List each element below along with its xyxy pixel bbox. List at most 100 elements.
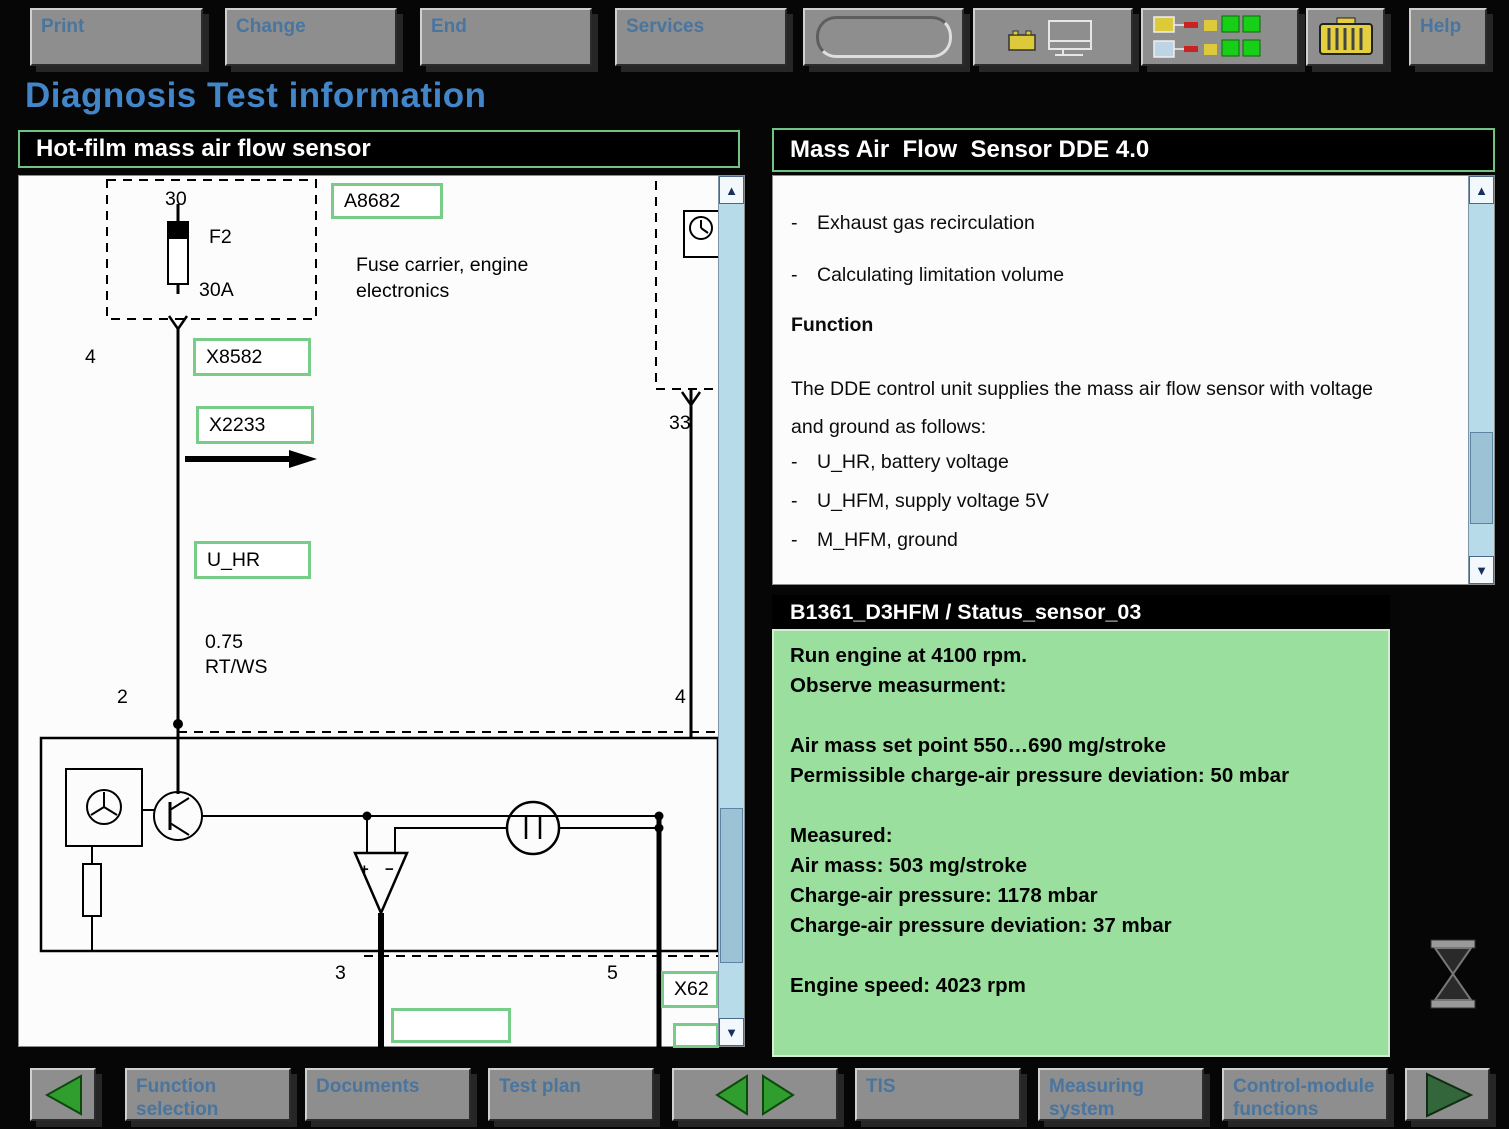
status-line: Permissible charge-air pressure deviatio… [790, 761, 1304, 791]
arrow-left-icon [39, 1072, 87, 1118]
connector-a8682-box: A8682 [331, 183, 443, 219]
measurement-devices-button[interactable] [973, 8, 1133, 66]
status-line: Observe measurment: [790, 671, 1304, 701]
info-bullet: - U_HFM, supply voltage 5V [791, 488, 1442, 514]
indicator-lamp-button[interactable] [803, 8, 964, 66]
pin-3-label: 3 [335, 962, 346, 985]
scroll-up-button[interactable]: ▲ [1469, 176, 1494, 204]
battery-scope-icon [1005, 13, 1101, 61]
status-line: Engine speed: 4023 rpm [790, 971, 1304, 1001]
info-bullet: - M_HFM, ground [791, 527, 1442, 553]
fuse-rating-label: 30A [199, 279, 234, 302]
pin-5-label: 5 [607, 962, 618, 985]
circuit-diagram-icon [1152, 13, 1288, 61]
diagram-scrollbar[interactable]: ▲ ▼ [718, 176, 744, 1046]
nav-forward-button[interactable] [1405, 1068, 1490, 1121]
documents-button[interactable]: Documents [305, 1068, 471, 1121]
bullet-dash: - [791, 262, 817, 288]
bullet-text: U_HFM, supply voltage 5V [817, 488, 1049, 514]
pin-4-right-label: 4 [675, 686, 686, 709]
info-bullet: - U_HR, battery voltage [791, 449, 1442, 475]
dis-diagnosis-screen: Print Change End Services [0, 0, 1509, 1129]
step-back-forward-button[interactable] [672, 1068, 838, 1121]
scroll-up-icon: ▲ [1475, 183, 1488, 198]
status-line: Charge-air pressure: 1178 mbar [790, 881, 1304, 911]
wire-cross-section-label: 0.75 [205, 631, 243, 654]
status-header: B1361_D3HFM / Status_sensor_03 [772, 595, 1390, 629]
bullet-text: Exhaust gas recirculation [817, 210, 1035, 236]
fuse-carrier-caption: Fuse carrier, engine electronics [356, 252, 551, 304]
arrow-right-icon [1421, 1071, 1475, 1119]
circuit-diagram-button[interactable] [1141, 8, 1299, 66]
info-scrollbar[interactable]: ▲ ▼ [1468, 176, 1494, 584]
arrow-left-icon [711, 1072, 751, 1118]
scroll-down-icon: ▼ [1475, 563, 1488, 578]
fuse-name-label: F2 [209, 226, 232, 249]
scroll-down-button[interactable]: ▼ [1469, 556, 1494, 584]
status-line: Air mass: 503 mg/stroke [790, 851, 1304, 881]
change-button[interactable]: Change [225, 8, 397, 66]
info-panel-header: Mass Air Flow Sensor DDE 4.0 [772, 128, 1495, 172]
connector-box-bottom-center [391, 1008, 511, 1043]
services-button[interactable]: Services [615, 8, 787, 66]
connector-x2233-box: X2233 [196, 406, 314, 444]
function-paragraph-line: and ground as follows: [791, 408, 1442, 446]
scroll-down-button[interactable]: ▼ [719, 1018, 744, 1046]
connector-view-button[interactable] [1306, 8, 1385, 66]
info-bullet: - Exhaust gas recirculation [791, 210, 1442, 236]
page-title: Diagnosis Test information [25, 76, 487, 116]
bullet-text: M_HFM, ground [817, 527, 958, 553]
info-bullet: - Calculating limitation volume [791, 262, 1442, 288]
connector-icon [1317, 16, 1375, 58]
wiring-diagram: + − [19, 176, 746, 1048]
bullet-text: U_HR, battery voltage [817, 449, 1009, 475]
bullet-dash: - [791, 210, 817, 236]
terminal-30-label: 30 [165, 188, 187, 211]
status-line: Air mass set point 550…690 mg/stroke [790, 731, 1304, 761]
function-paragraph-line: The DDE control unit supplies the mass a… [791, 370, 1442, 408]
test-plan-button[interactable]: Test plan [488, 1068, 654, 1121]
tis-button[interactable]: TIS [855, 1068, 1021, 1121]
control-module-functions-button[interactable]: Control-module functions [1222, 1068, 1388, 1121]
pin-33-label: 33 [669, 412, 691, 435]
print-button[interactable]: Print [30, 8, 203, 66]
end-button[interactable]: End [420, 8, 592, 66]
status-result-box: Run engine at 4100 rpm. Observe measurme… [772, 629, 1390, 1057]
blank-line [790, 941, 1304, 971]
connector-x8582-box: X8582 [193, 338, 311, 376]
pin-4-left-label: 4 [85, 346, 96, 369]
status-line: Measured: [790, 821, 1304, 851]
bullet-dash: - [791, 488, 817, 514]
pin-2-label: 2 [117, 686, 128, 709]
bullet-text: Calculating limitation volume [817, 262, 1064, 288]
scroll-up-icon: ▲ [725, 183, 738, 198]
bullet-dash: - [791, 449, 817, 475]
hourglass-icon [1426, 938, 1480, 1015]
nav-back-button[interactable] [30, 1068, 96, 1121]
wire-color-label: RT/WS [205, 656, 267, 679]
function-selection-button[interactable]: Function selection [125, 1068, 291, 1121]
scroll-down-icon: ▼ [725, 1025, 738, 1040]
arrow-right-icon [759, 1072, 799, 1118]
connector-box-bottom-right [673, 1023, 719, 1048]
bullet-dash: - [791, 527, 817, 553]
scroll-up-button[interactable]: ▲ [719, 176, 744, 204]
help-button[interactable]: Help [1409, 8, 1487, 66]
wiring-diagram-panel: + − 30 F2 30A Fuse carrier, engine elect… [18, 175, 745, 1047]
function-heading: Function [791, 314, 1442, 337]
blank-line [790, 701, 1304, 731]
status-line: Run engine at 4100 rpm. [790, 641, 1304, 671]
connector-x62-box: X62 [661, 971, 719, 1008]
info-text: - Exhaust gas recirculation - Calculatin… [773, 176, 1468, 584]
diagram-panel-header: Hot-film mass air flow sensor [18, 130, 740, 168]
scroll-thumb[interactable] [1470, 432, 1493, 524]
pill-icon [816, 16, 952, 58]
opamp-plus-label: + [360, 861, 369, 878]
status-line: Charge-air pressure deviation: 37 mbar [790, 911, 1304, 941]
opamp-minus-label: − [385, 861, 394, 878]
blank-line [790, 791, 1304, 821]
info-panel: - Exhaust gas recirculation - Calculatin… [772, 175, 1495, 585]
measuring-system-button[interactable]: Measuring system [1038, 1068, 1204, 1121]
signal-u-hr-box: U_HR [194, 541, 311, 579]
scroll-thumb[interactable] [720, 808, 743, 963]
